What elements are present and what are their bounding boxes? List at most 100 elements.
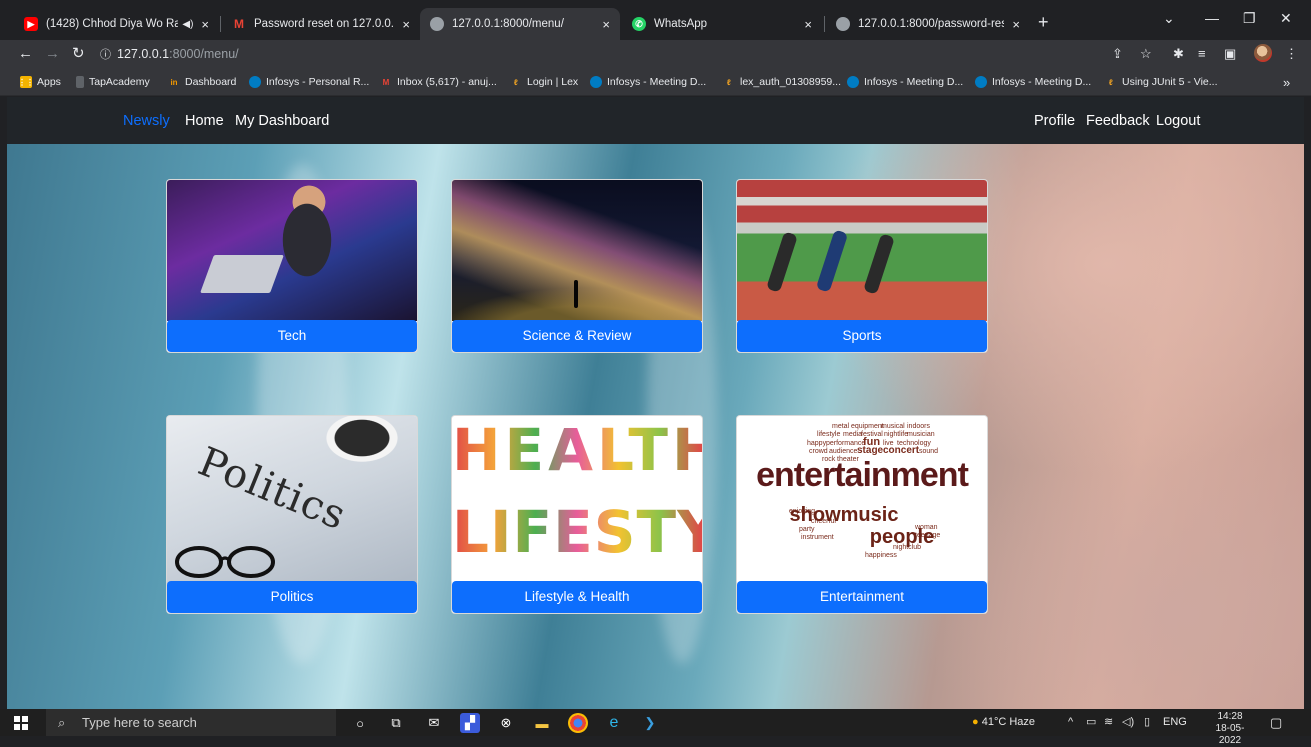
close-tab-icon[interactable]: × <box>402 17 410 32</box>
nav-feedback[interactable]: Feedback <box>1086 111 1150 131</box>
bookmark-lex-auth[interactable]: ℓ lex_auth_01308959... <box>723 73 841 91</box>
bookmark-infosys-meeting-3[interactable]: Infosys - Meeting D... <box>975 73 1091 91</box>
runner-figure <box>766 231 798 293</box>
gmail-icon: M <box>234 17 244 31</box>
reading-list-icon[interactable]: ≡ <box>1198 45 1206 63</box>
bookmark-icon <box>76 76 84 88</box>
restore-icon[interactable]: ❐ <box>1243 10 1256 27</box>
vscode-icon[interactable]: ❯ <box>640 713 660 733</box>
file-explorer-icon[interactable]: ▬ <box>532 713 552 733</box>
address-bar[interactable]: ⓘ 127.0.0.1:8000/menu/ <box>100 43 1165 65</box>
tab-separator <box>824 16 825 32</box>
lex-icon: ℓ <box>514 77 518 87</box>
category-button-lifestyle[interactable]: Lifestyle & Health <box>452 581 702 613</box>
language-indicator[interactable]: ENG <box>1163 709 1187 736</box>
category-button-sports[interactable]: Sports <box>737 320 987 352</box>
gmail-icon: M <box>382 77 390 87</box>
nav-logout[interactable]: Logout <box>1156 111 1200 131</box>
category-card-tech[interactable]: Tech <box>166 179 418 353</box>
new-tab-icon[interactable]: + <box>1038 12 1049 33</box>
system-clock[interactable]: 14:28 18-05-2022 <box>1205 711 1255 747</box>
chrome-icon[interactable] <box>568 713 588 733</box>
bookmark-dashboard[interactable]: in Dashboard <box>168 73 236 91</box>
bookmark-star-icon[interactable]: ☆ <box>1140 45 1152 63</box>
close-tab-icon[interactable]: × <box>602 17 610 32</box>
task-view-icon[interactable]: ⧉ <box>386 713 406 733</box>
profile-avatar[interactable] <box>1254 44 1272 62</box>
bookmark-infosys-meeting-2[interactable]: Infosys - Meeting D... <box>847 73 963 91</box>
weather-widget[interactable]: ● 41°C Haze <box>972 709 1035 736</box>
nav-home[interactable]: Home <box>185 111 224 131</box>
infosys-icon <box>847 76 859 88</box>
teams-icon[interactable]: ▞ <box>460 713 480 733</box>
category-button-tech[interactable]: Tech <box>167 320 417 352</box>
globe-icon <box>836 17 850 31</box>
youtube-icon: ▶ <box>24 17 38 31</box>
edge-icon[interactable]: e <box>604 713 624 733</box>
close-tab-icon[interactable]: × <box>804 17 812 32</box>
site-info-icon[interactable]: ⓘ <box>100 44 111 66</box>
brand-link[interactable]: Newsly <box>123 111 170 131</box>
search-icon: ⌕ <box>58 715 66 730</box>
category-button-science[interactable]: Science & Review <box>452 320 702 352</box>
show-hidden-icons[interactable]: ^ <box>1068 709 1073 736</box>
close-tab-icon[interactable]: × <box>1012 17 1020 32</box>
category-card-lifestyle[interactable]: HEALTHY LIFESTYLE Lifestyle & Health <box>451 415 703 614</box>
category-card-politics[interactable]: Politics Politics <box>166 415 418 614</box>
category-button-politics[interactable]: Politics <box>167 581 417 613</box>
milky-way-photo <box>452 180 702 321</box>
windows-start-icon[interactable] <box>14 716 28 730</box>
bookmark-apps[interactable]: ⋮⋮ Apps <box>18 73 61 91</box>
windows-taskbar: ⌕ Type here to search ○ ⧉ ✉ ▞ ⊗ ▬ e ❯ ● … <box>0 709 1311 746</box>
forward-icon[interactable]: → <box>45 45 60 63</box>
volume-icon[interactable]: ◁) <box>1122 709 1134 736</box>
category-card-science[interactable]: Science & Review <box>451 179 703 353</box>
infosys-icon <box>590 76 602 88</box>
taskbar-search-input[interactable]: ⌕ Type here to search <box>46 709 336 736</box>
extensions-icon[interactable]: ✱ <box>1173 45 1184 63</box>
notification-center-icon[interactable]: ▢ <box>1270 709 1282 736</box>
category-button-entertainment[interactable]: Entertainment <box>737 581 987 613</box>
tech-photo <box>167 180 417 321</box>
cortana-icon[interactable]: ○ <box>350 713 370 733</box>
tab-search-chevron-icon[interactable]: ⌄ <box>1163 10 1175 27</box>
reload-icon[interactable]: ↻ <box>72 45 85 63</box>
side-panel-icon[interactable]: ▣ <box>1224 45 1236 63</box>
runner-figure <box>815 229 849 293</box>
browser-tab-menu[interactable]: 127.0.0.1:8000/menu/ × <box>420 8 620 40</box>
lex-icon: ℓ <box>1109 77 1113 87</box>
globe-icon <box>430 17 444 31</box>
healthy-lifestyle-photo: HEALTHY LIFESTYLE <box>452 416 702 584</box>
category-card-entertainment[interactable]: metal equipment musical indoors lifestyl… <box>736 415 988 614</box>
bookmark-infosys-personal[interactable]: Infosys - Personal R... <box>249 73 369 91</box>
nav-profile[interactable]: Profile <box>1034 111 1075 131</box>
back-icon[interactable]: ← <box>18 45 33 63</box>
browser-tab-password-reset[interactable]: 127.0.0.1:8000/password-reset/ × <box>826 8 1030 40</box>
bookmark-infosys-meeting-1[interactable]: Infosys - Meeting D... <box>590 73 706 91</box>
weather-sun-icon: ● <box>972 716 979 728</box>
entertainment-wordcloud: metal equipment musical indoors lifestyl… <box>737 416 987 584</box>
infosys-icon <box>975 76 987 88</box>
more-bookmarks-icon[interactable]: » <box>1283 73 1290 91</box>
apps-grid-icon: ⋮⋮ <box>18 76 34 88</box>
browser-tab-password-reset-email[interactable]: M Password reset on 127.0.0.1:8000 × <box>222 8 420 40</box>
bookmark-inbox[interactable]: M Inbox (5,617) - anuj... <box>380 73 497 91</box>
nav-my-dashboard[interactable]: My Dashboard <box>235 111 329 131</box>
bookmark-login-lex[interactable]: ℓ Login | Lex <box>510 73 578 91</box>
menu-kebab-icon[interactable]: ⋮ <box>1285 45 1298 63</box>
category-card-sports[interactable]: Sports <box>736 179 988 353</box>
window-close-icon[interactable]: ✕ <box>1280 10 1292 27</box>
battery-icon[interactable]: ▯ <box>1144 709 1150 736</box>
wifi-icon[interactable]: ≋ <box>1104 709 1113 736</box>
speaker-icon[interactable]: ◀) <box>182 19 193 30</box>
mail-icon[interactable]: ✉ <box>424 713 444 733</box>
bookmark-junit[interactable]: ℓ Using JUnit 5 - Vie... <box>1105 73 1217 91</box>
xbox-icon[interactable]: ⊗ <box>496 713 516 733</box>
browser-tab-youtube[interactable]: ▶ (1428) Chhod Diya Wo Raast ◀) × <box>14 8 219 40</box>
minimize-icon[interactable]: — <box>1205 10 1219 26</box>
bookmark-tapacademy[interactable]: TapAcademy <box>76 73 150 91</box>
browser-tab-whatsapp[interactable]: ✆ WhatsApp × <box>622 8 822 40</box>
close-tab-icon[interactable]: × <box>201 17 209 32</box>
share-icon[interactable]: ⇪ <box>1112 45 1123 63</box>
network-icon[interactable]: ▭ <box>1086 709 1096 736</box>
